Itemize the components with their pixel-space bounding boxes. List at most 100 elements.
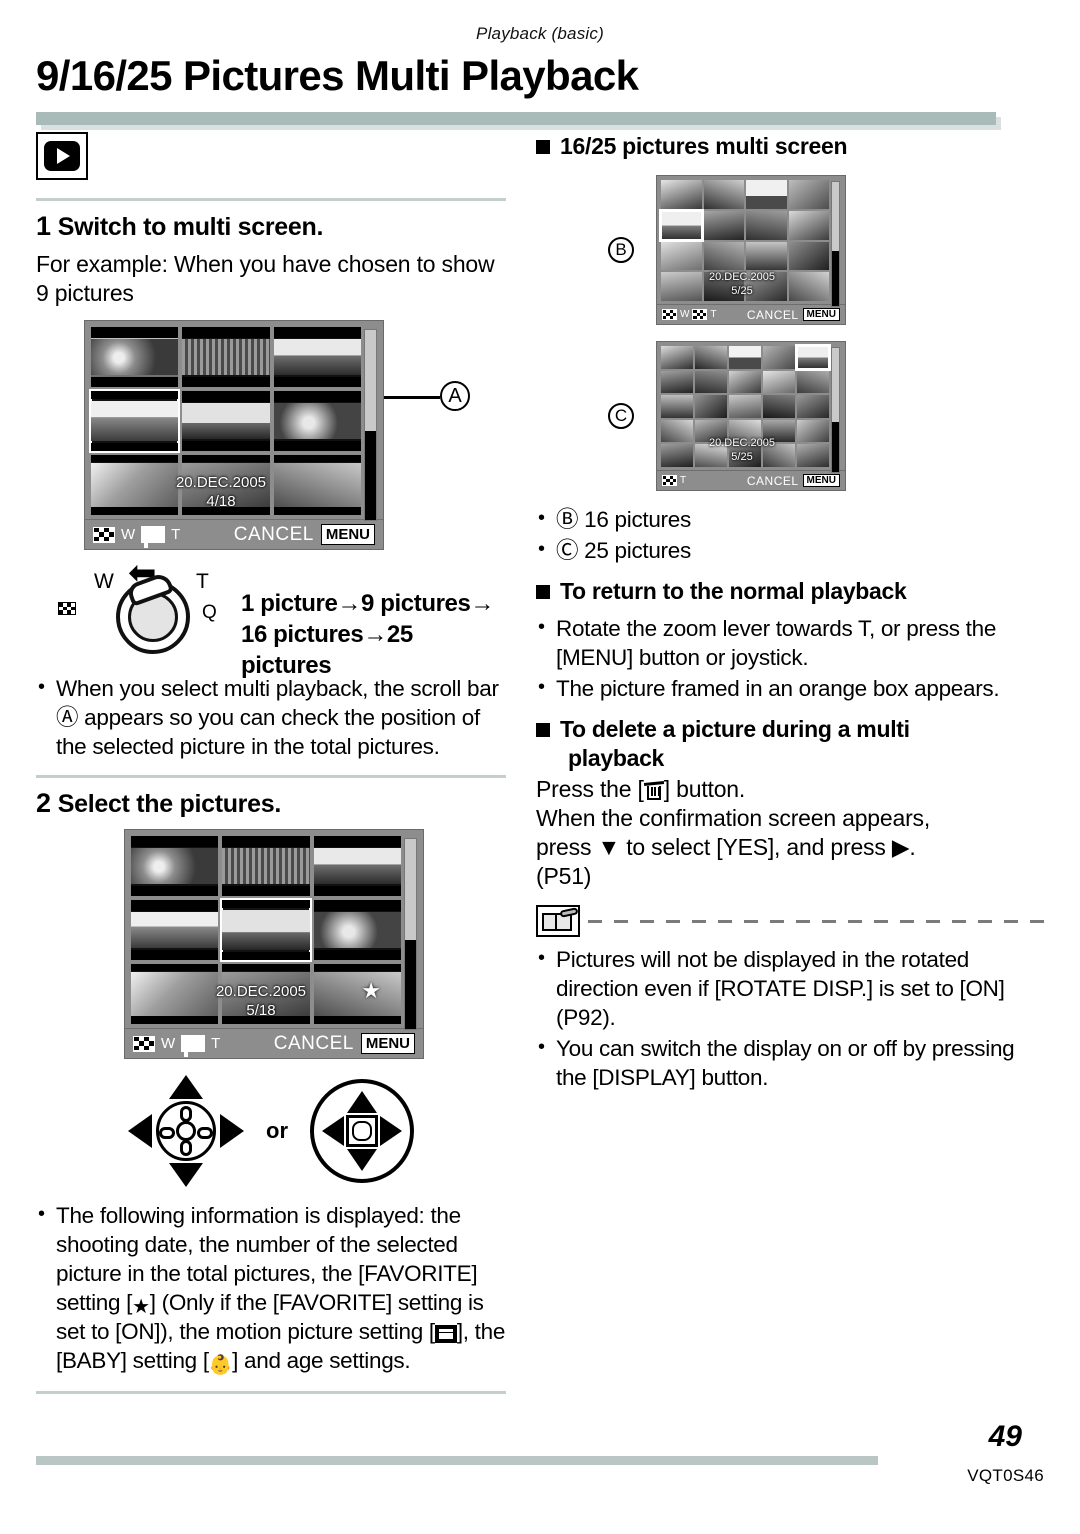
multi-thumbnail-icon — [133, 1035, 155, 1052]
cursor-down-icon[interactable] — [169, 1163, 203, 1187]
thumbnail[interactable] — [222, 964, 310, 1024]
thumbnail[interactable] — [695, 395, 727, 418]
joystick-left-icon[interactable] — [322, 1116, 344, 1146]
joystick-right-icon[interactable] — [380, 1116, 402, 1146]
thumbnail[interactable] — [729, 370, 761, 394]
thumbnail[interactable] — [695, 444, 727, 467]
scrollbar[interactable] — [831, 347, 840, 473]
thumbnail-selected[interactable] — [659, 208, 704, 242]
thumbnail[interactable] — [661, 346, 693, 369]
thumbnail[interactable] — [763, 419, 795, 443]
thumbnail[interactable] — [797, 419, 829, 443]
thumbnail[interactable] — [746, 241, 787, 271]
callout-c: C — [608, 403, 634, 429]
scrollbar[interactable] — [831, 181, 840, 307]
scrollbar-thumb[interactable] — [832, 422, 839, 472]
cancel-label: CANCEL — [746, 307, 799, 322]
menu-button[interactable]: MENU — [802, 308, 840, 321]
thumbnail[interactable] — [788, 210, 829, 240]
page-title: 9/16/25 Pictures Multi Playback — [36, 52, 639, 99]
thumbnail[interactable] — [131, 836, 219, 896]
scrollbar-thumb[interactable] — [365, 430, 376, 520]
thumbnail[interactable] — [729, 444, 761, 467]
thumbnail[interactable] — [763, 370, 795, 394]
thumbnail[interactable] — [661, 419, 693, 443]
press-suffix: ] button. — [663, 776, 746, 802]
thumbnail[interactable] — [695, 346, 727, 369]
page-number: 49 — [988, 1420, 1022, 1453]
thumbnail[interactable] — [695, 419, 727, 443]
lever-q-magnify-label: Q — [202, 602, 217, 623]
thumbnail[interactable] — [797, 444, 829, 467]
bullet-text: 16 pictures — [584, 507, 691, 532]
thumbnail[interactable] — [729, 395, 761, 418]
delete-instructions: Press the [] button. When the confirmati… — [536, 775, 1044, 891]
lcd-bottom-bar: T CANCEL MENU — [657, 470, 845, 490]
zoom-t-label: T — [680, 475, 687, 486]
thumbnail[interactable] — [313, 836, 401, 896]
thumbnail[interactable] — [788, 241, 829, 271]
thumbnail[interactable] — [273, 391, 361, 451]
thumbnail-selected[interactable] — [795, 344, 831, 371]
thumbnail[interactable] — [661, 444, 693, 467]
step-2-heading: 2 Select the pictures. — [36, 788, 506, 819]
zoom-sequence-text: 1 picture→9 pictures→ 16 pictures→25 pic… — [241, 588, 506, 681]
zoom-sequence-line2: 16 pictures→25 pictures — [241, 621, 413, 679]
thumbnail[interactable] — [729, 419, 761, 443]
thumbnail[interactable] — [788, 180, 829, 209]
thumbnail[interactable] — [661, 241, 702, 271]
scrollbar[interactable] — [364, 329, 377, 521]
scrollbar-thumb[interactable] — [405, 939, 416, 1029]
thumbnail[interactable] — [131, 964, 219, 1024]
thumbnail[interactable] — [661, 395, 693, 418]
cursor-up-icon[interactable] — [169, 1075, 203, 1099]
lcd-bottom-bar: W T CANCEL MENU — [657, 304, 845, 324]
thumbnail[interactable] — [729, 346, 761, 369]
thumbnail[interactable] — [797, 370, 829, 394]
thumbnail[interactable] — [746, 180, 787, 209]
thumbnail[interactable] — [222, 836, 310, 896]
joystick-icon[interactable] — [310, 1079, 414, 1183]
callout-b: B — [608, 237, 634, 263]
thumbnail[interactable] — [763, 395, 795, 418]
delete-line-2: When the confirmation screen appears, — [536, 805, 931, 831]
cursor-right-icon[interactable] — [220, 1114, 244, 1148]
thumbnail[interactable] — [182, 391, 270, 451]
scrollbar[interactable] — [404, 838, 417, 1030]
thumbnail[interactable] — [746, 210, 787, 240]
thumbnail[interactable] — [746, 272, 787, 301]
thumbnail[interactable] — [131, 900, 219, 960]
thumbnail[interactable] — [273, 327, 361, 387]
thumbnail[interactable] — [661, 180, 702, 209]
joystick-up-icon[interactable] — [347, 1091, 377, 1113]
thumbnail[interactable] — [182, 327, 270, 387]
thumbnail[interactable] — [703, 180, 744, 209]
thumbnail[interactable] — [313, 900, 401, 960]
thumbnail[interactable] — [703, 272, 744, 301]
scrollbar-thumb[interactable] — [832, 251, 839, 306]
thumbnail-selected[interactable] — [220, 898, 312, 962]
thumbnail[interactable] — [695, 370, 727, 394]
thumbnail[interactable] — [91, 327, 179, 387]
thumbnail[interactable] — [661, 370, 693, 394]
cursor-button-icon[interactable] — [128, 1075, 244, 1187]
thumbnail[interactable] — [661, 272, 702, 301]
thumbnail[interactable] — [763, 346, 795, 369]
thumbnail-selected[interactable] — [88, 389, 181, 453]
menu-button[interactable]: MENU — [802, 474, 840, 487]
thumbnail[interactable] — [91, 455, 179, 515]
thumbnail[interactable] — [788, 272, 829, 301]
lcd-screen-25-pictures: 20.DEC.2005 5/25 T CANCEL MENU — [656, 341, 846, 491]
joystick-down-icon[interactable] — [347, 1149, 377, 1171]
thumbnail[interactable] — [313, 964, 401, 1024]
thumbnail[interactable] — [273, 455, 361, 515]
thumbnail[interactable] — [797, 395, 829, 418]
lcd-screen-9-pictures-selected: 20.DEC.2005 5/18 ★ W T CANCEL MENU — [124, 829, 424, 1059]
menu-button[interactable]: MENU — [320, 524, 375, 545]
thumbnail[interactable] — [703, 210, 744, 240]
cursor-left-icon[interactable] — [128, 1114, 152, 1148]
thumbnail[interactable] — [182, 455, 270, 515]
menu-button[interactable]: MENU — [360, 1033, 415, 1054]
thumbnail[interactable] — [703, 241, 744, 271]
thumbnail[interactable] — [763, 444, 795, 467]
